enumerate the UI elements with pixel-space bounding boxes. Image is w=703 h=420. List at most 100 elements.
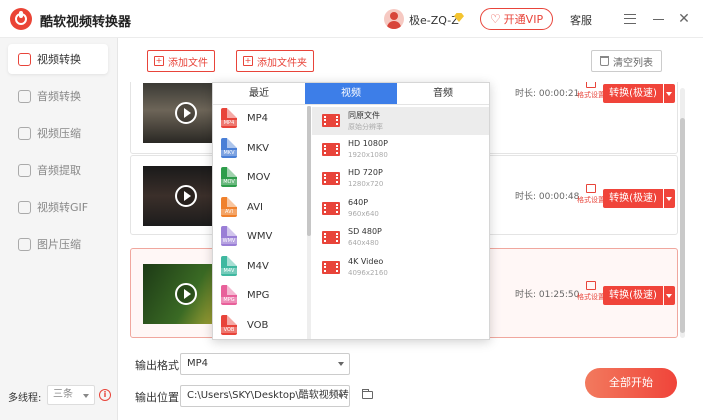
- info-icon[interactable]: i: [99, 389, 111, 401]
- output-format-select[interactable]: MP4: [180, 353, 350, 375]
- username[interactable]: 极e-ZQ-Z: [409, 12, 459, 28]
- format-item-wmv[interactable]: WMV WMV: [221, 225, 272, 247]
- avi-file-icon: AVI: [221, 197, 237, 217]
- format-setting-button[interactable]: 格式设置: [576, 82, 606, 100]
- add-folder-label: 添加文件夹: [257, 57, 307, 69]
- format-setting-label: 格式设置: [577, 91, 605, 99]
- wmv-file-icon: WMV: [221, 226, 237, 246]
- add-file-label: 添加文件: [168, 57, 208, 69]
- film-icon: [322, 261, 340, 274]
- sidebar-item-label: 视频转换: [37, 53, 81, 66]
- heart-icon: ♡: [489, 12, 501, 26]
- sidebar-item-label: 图片压缩: [37, 238, 81, 251]
- sidebar-item-label: 视频转GIF: [37, 201, 89, 214]
- resolution-item-original[interactable]: 同原文件 原始分辨率: [312, 107, 489, 135]
- threads-select[interactable]: 三条: [47, 385, 95, 405]
- play-icon[interactable]: [175, 185, 197, 207]
- clear-list-button[interactable]: 清空列表: [591, 50, 662, 72]
- settings-icon: [586, 281, 596, 290]
- play-icon[interactable]: [175, 283, 197, 305]
- add-file-button[interactable]: + 添加文件: [147, 50, 215, 72]
- app-title: 酷软视频转换器: [40, 15, 132, 30]
- resolution-item-480p[interactable]: SD 480P 640x480: [312, 224, 489, 252]
- vip-label: 开通VIP: [503, 13, 544, 26]
- format-setting-label: 格式设置: [577, 196, 605, 204]
- convert-button[interactable]: 转换(极速): [603, 84, 663, 103]
- format-setting-button[interactable]: 格式设置: [576, 281, 606, 302]
- gif-icon: [18, 200, 31, 214]
- sidebar-item-audio-extract[interactable]: 音频提取: [8, 155, 108, 185]
- trash-icon: [600, 56, 609, 66]
- format-item-mpg[interactable]: MPG MPG: [221, 284, 269, 306]
- format-setting-button[interactable]: 格式设置: [576, 184, 606, 205]
- tab-video[interactable]: 视频: [305, 83, 397, 104]
- resolution-item-1080p[interactable]: HD 1080P 1920x1080: [312, 136, 489, 164]
- minimize-icon[interactable]: [648, 9, 668, 29]
- tab-audio[interactable]: 音频: [397, 83, 489, 104]
- folder-icon[interactable]: [362, 389, 373, 399]
- format-tabs: 最近 视频 音频: [213, 83, 489, 105]
- sidebar-item-image-compress[interactable]: 图片压缩: [8, 229, 108, 259]
- start-all-button[interactable]: 全部开始: [585, 368, 677, 398]
- play-icon[interactable]: [175, 102, 197, 124]
- film-icon: [322, 231, 340, 244]
- resolution-item-4k[interactable]: 4K Video 4096x2160: [312, 254, 489, 282]
- output-location-select[interactable]: C:\Users\SKY\Desktop\酷软视频转换器: [180, 385, 350, 407]
- user-avatar[interactable]: [384, 9, 404, 29]
- format-item-mkv[interactable]: MKV MKV: [221, 137, 269, 159]
- app-logo: [10, 8, 32, 30]
- list-scrollbar[interactable]: [680, 88, 685, 338]
- open-vip-button[interactable]: ♡ 开通VIP: [480, 8, 553, 30]
- sidebar-item-audio-convert[interactable]: 音频转换: [8, 81, 108, 111]
- convert-dropdown-arrow[interactable]: [664, 84, 675, 103]
- format-list-scrollbar[interactable]: [307, 106, 311, 339]
- video-convert-icon: [18, 52, 31, 66]
- image-compress-icon: [18, 237, 31, 251]
- format-item-m4v[interactable]: M4V M4V: [221, 255, 269, 277]
- tab-recent[interactable]: 最近: [213, 83, 305, 104]
- convert-button[interactable]: 转换(极速): [603, 286, 663, 305]
- audio-extract-icon: [18, 163, 31, 177]
- output-location-label: 输出位置: [135, 391, 179, 404]
- threads-label: 多线程:: [8, 393, 42, 404]
- file-duration: 时长: 00:00:48: [515, 192, 580, 202]
- format-item-mp4[interactable]: MP4 MP4: [221, 107, 268, 129]
- convert-dropdown-arrow[interactable]: [664, 189, 675, 208]
- convert-dropdown-arrow[interactable]: [664, 286, 675, 305]
- mov-file-icon: MOV: [221, 167, 237, 187]
- convert-button[interactable]: 转换(极速): [603, 189, 663, 208]
- menu-icon[interactable]: [620, 9, 640, 29]
- plus-icon: +: [154, 56, 164, 66]
- customer-service-link[interactable]: 客服: [570, 12, 592, 28]
- settings-icon: [586, 82, 596, 88]
- sidebar-item-label: 音频转换: [37, 90, 81, 103]
- sidebar-item-label: 视频压缩: [37, 127, 81, 140]
- close-icon[interactable]: ✕: [674, 9, 694, 29]
- film-icon: [322, 172, 340, 185]
- sidebar: 视频转换 音频转换 视频压缩 音频提取 视频转GIF 图片压缩: [0, 38, 118, 420]
- resolution-item-640p[interactable]: 640P 960x640: [312, 195, 489, 223]
- format-item-vob[interactable]: VOB VOB: [221, 314, 268, 336]
- sidebar-item-video-compress[interactable]: 视频压缩: [8, 118, 108, 148]
- format-list: MP4 MP4 MKV MKV MOV MOV AVI AVI WMV WMV M4V M4…: [213, 106, 308, 339]
- film-icon: [322, 114, 340, 127]
- film-icon: [322, 143, 340, 156]
- output-format-value: MP4: [187, 358, 209, 369]
- chevron-down-icon: [338, 394, 344, 398]
- sidebar-item-video-to-gif[interactable]: 视频转GIF: [8, 192, 108, 222]
- video-compress-icon: [18, 126, 31, 140]
- vob-file-icon: VOB: [221, 315, 237, 335]
- mp4-file-icon: MP4: [221, 108, 237, 128]
- add-folder-button[interactable]: + 添加文件夹: [236, 50, 314, 72]
- sidebar-item-video-convert[interactable]: 视频转换: [8, 44, 108, 74]
- folder-plus-icon: +: [243, 56, 253, 66]
- format-item-avi[interactable]: AVI AVI: [221, 196, 263, 218]
- film-icon: [322, 202, 340, 215]
- clear-list-label: 清空列表: [613, 57, 653, 69]
- resolution-item-720p[interactable]: HD 720P 1280x720: [312, 165, 489, 193]
- chevron-down-icon: [338, 362, 344, 366]
- mkv-file-icon: MKV: [221, 138, 237, 158]
- format-setting-label: 格式设置: [577, 293, 605, 301]
- output-format-label: 输出格式: [135, 359, 179, 372]
- format-item-mov[interactable]: MOV MOV: [221, 166, 270, 188]
